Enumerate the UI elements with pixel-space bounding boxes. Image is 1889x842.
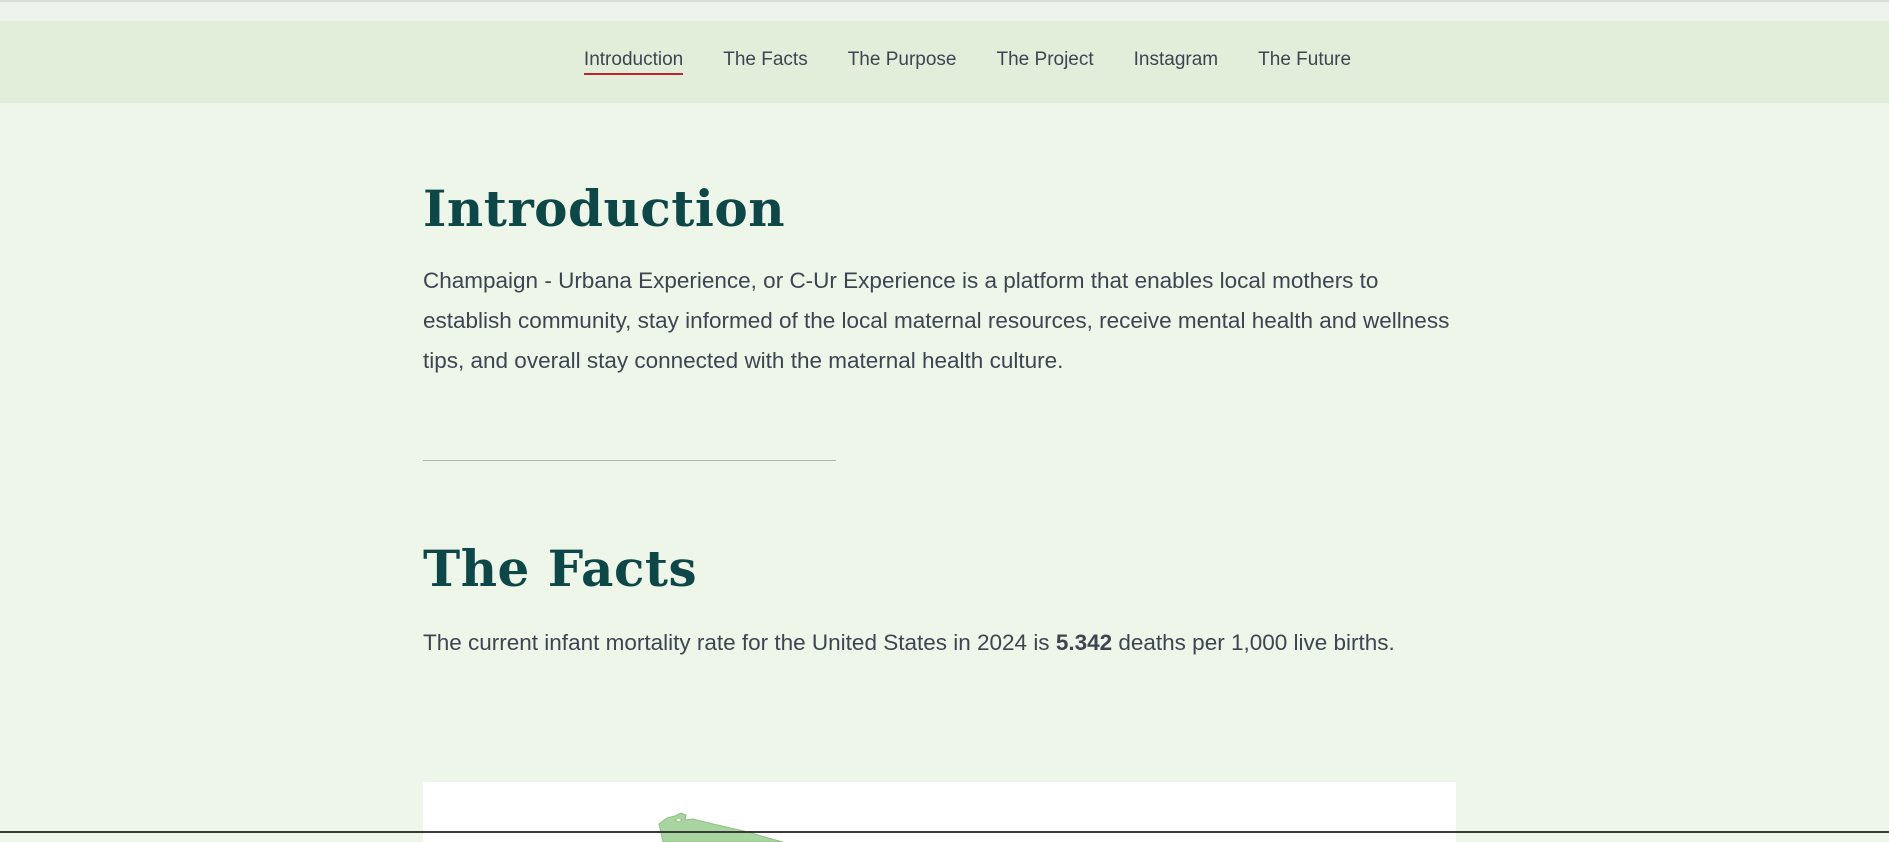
nav-instagram[interactable]: Instagram bbox=[1134, 49, 1218, 75]
nav-the-facts[interactable]: The Facts bbox=[723, 49, 807, 75]
introduction-heading: Introduction bbox=[423, 179, 786, 238]
nav-the-future[interactable]: The Future bbox=[1258, 49, 1351, 75]
the-facts-heading: The Facts bbox=[423, 539, 698, 598]
map-card bbox=[423, 782, 1456, 842]
map-region-shape bbox=[658, 812, 784, 842]
infant-mortality-rate-value: 5.342 bbox=[1055, 630, 1113, 655]
facts-text-after: deaths per 1,000 live births. bbox=[1112, 630, 1395, 655]
nav-introduction[interactable]: Introduction bbox=[583, 49, 684, 75]
us-map-image bbox=[658, 812, 784, 842]
facts-text-before: The current infant mortality rate for th… bbox=[423, 630, 1056, 655]
section-divider bbox=[423, 460, 836, 461]
nav-the-purpose[interactable]: The Purpose bbox=[848, 49, 957, 75]
nav-list: Introduction The Facts The Purpose The P… bbox=[583, 49, 1351, 75]
the-facts-paragraph: The current infant mortality rate for th… bbox=[423, 623, 1443, 663]
introduction-paragraph: Champaign - Urbana Experience, or C-Ur E… bbox=[423, 268, 1450, 373]
nav-the-project[interactable]: The Project bbox=[997, 49, 1094, 75]
browser-top-strip bbox=[0, 0, 1889, 21]
top-navigation: Introduction The Facts The Purpose The P… bbox=[0, 21, 1889, 103]
